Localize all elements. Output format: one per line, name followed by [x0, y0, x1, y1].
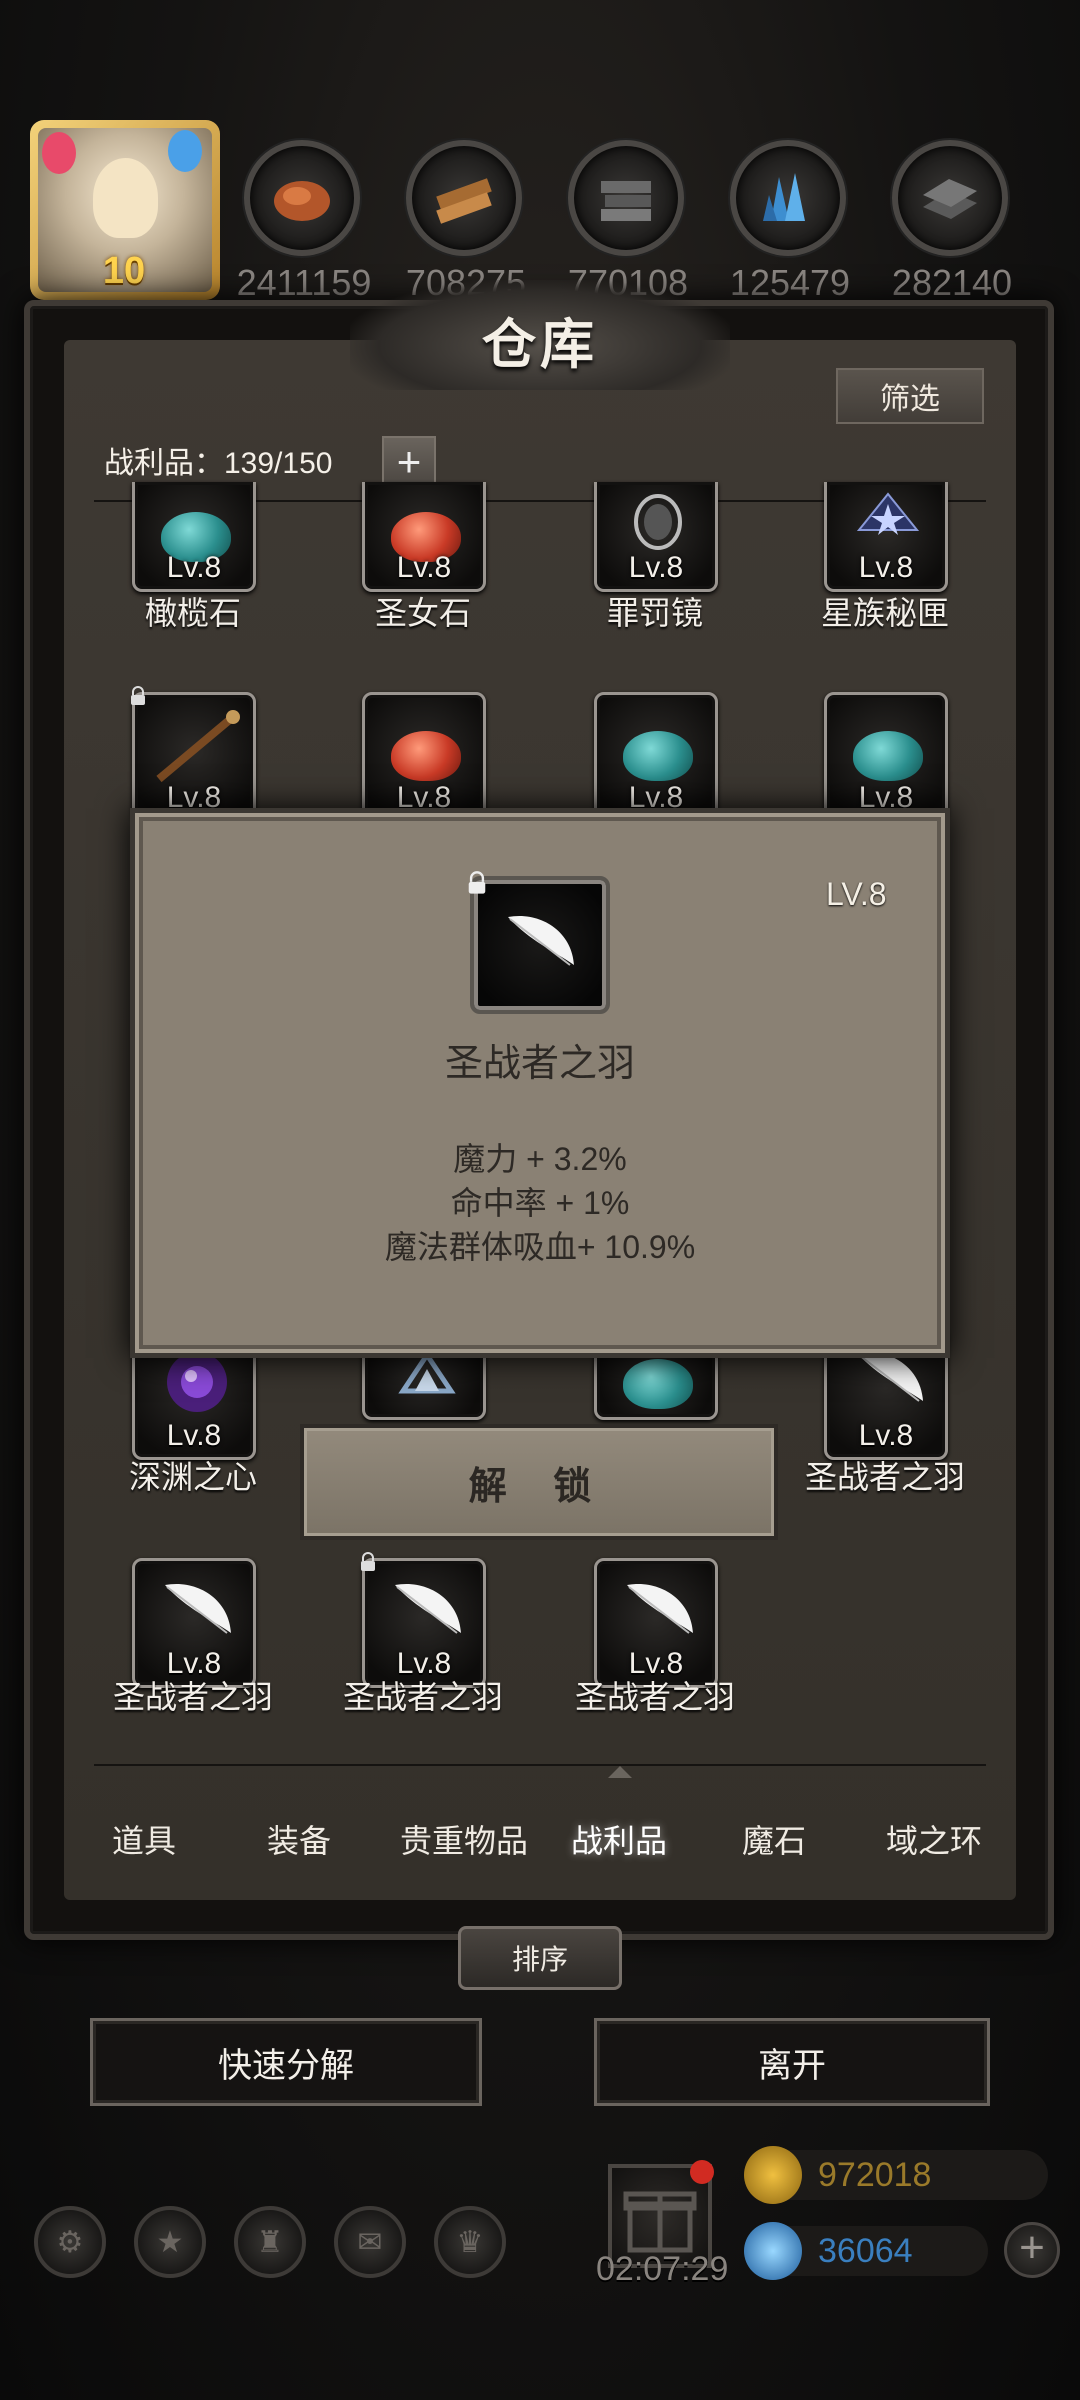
lock-icon [131, 686, 145, 705]
crest-icon [398, 1351, 456, 1394]
leave-button[interactable]: 离开 [594, 2018, 990, 2106]
item-name: 圣战者之羽 [342, 1679, 503, 1715]
item-name: 深渊之心 [128, 1459, 257, 1495]
quick-decompose-button[interactable]: 快速分解 [90, 2018, 482, 2106]
gold-coin-icon [744, 2146, 802, 2204]
teal-gem-icon [853, 731, 923, 781]
mirror-icon [634, 494, 682, 550]
wood-icon [436, 178, 492, 224]
teal-gem-icon [623, 1359, 693, 1409]
inventory-item[interactable]: Lv.8 [594, 1558, 718, 1688]
inventory-item[interactable]: Lv.8 [132, 482, 256, 592]
tab-magic-stones[interactable]: 魔石 [694, 1784, 854, 1894]
leather-icon [274, 181, 330, 221]
star-icon[interactable]: ★ [134, 2206, 206, 2278]
player-avatar[interactable]: 10 [30, 120, 220, 300]
feather-icon [627, 1583, 693, 1634]
popup-level: LV.8 [826, 876, 887, 912]
category-tabs: 道具 装备 贵重物品 战利品 魔石 域之环 [64, 1784, 1016, 1894]
filter-button[interactable]: 筛选 [836, 368, 984, 424]
resource-stone[interactable] [568, 140, 688, 260]
popup-stat: 魔力 + 3.2% [453, 1141, 627, 1177]
item-level: Lv.8 [858, 1419, 914, 1452]
item-name: 圣战者之羽 [112, 1679, 273, 1715]
lock-icon [468, 871, 486, 894]
unlock-button[interactable]: 解 锁 [300, 1424, 778, 1540]
settings-icon[interactable]: ⚙ [34, 2206, 106, 2278]
add-currency-button[interactable]: + [1004, 2222, 1060, 2278]
balloon-icon [42, 132, 76, 174]
gold-value: 972018 [818, 2155, 932, 2194]
resource-leather[interactable] [244, 140, 364, 260]
item-name: 罪罚镜 [606, 595, 703, 631]
tab-domain-rings[interactable]: 域之环 [854, 1784, 1014, 1894]
iron-icon [923, 179, 977, 219]
trophy-icon[interactable]: ♛ [434, 2206, 506, 2278]
item-level: Lv.8 [166, 551, 222, 584]
feather-icon [395, 1583, 461, 1634]
item-name: 圣战者之羽 [804, 1459, 965, 1495]
star-box-icon [856, 492, 920, 535]
inventory-item[interactable]: Lv.8 [361, 1552, 486, 1688]
diamond-icon [744, 2222, 802, 2280]
popup-item-icon [468, 871, 610, 1014]
inventory-item[interactable]: Lv.8 [594, 692, 718, 822]
inventory-item[interactable]: Lv.8 [594, 482, 718, 592]
inventory-item[interactable]: Lv.8 [362, 692, 486, 822]
page-title: 仓库 [482, 315, 598, 375]
item-name: 圣女石 [374, 595, 471, 631]
portrait-face [93, 158, 158, 238]
resource-iron-value: 282140 [891, 262, 1013, 303]
gem-value: 36064 [818, 2231, 913, 2270]
popup-item-name: 圣战者之羽 [444, 1043, 635, 1085]
inventory-item[interactable]: Lv.8 [824, 482, 948, 592]
popup-stat: 命中率 + 1% [450, 1185, 630, 1221]
resource-crystal-value: 125479 [729, 262, 851, 303]
tab-loot[interactable]: 战利品 [539, 1784, 699, 1894]
popup-stat: 魔法群体吸血+ 10.9% [384, 1229, 696, 1265]
item-level: Lv.8 [166, 1419, 222, 1452]
resource-wood[interactable] [406, 140, 526, 260]
item-level: Lv.8 [858, 551, 914, 584]
avatar: 10 [38, 128, 212, 292]
stone-icon [601, 181, 651, 221]
lock-icon [361, 1552, 375, 1571]
feather-icon [165, 1583, 231, 1634]
tab-items[interactable]: 道具 [64, 1784, 224, 1894]
resource-crystal[interactable] [730, 140, 850, 260]
item-name: 橄榄石 [144, 595, 241, 631]
balloon-icon [168, 130, 202, 172]
divider [94, 1764, 986, 1766]
tab-valuables[interactable]: 贵重物品 [379, 1784, 549, 1894]
crystal-icon [763, 173, 805, 221]
item-name: 圣战者之羽 [574, 1679, 735, 1715]
item-level: Lv.8 [628, 551, 684, 584]
resource-iron[interactable] [892, 140, 1012, 260]
inventory-item[interactable]: Lv.8 [131, 686, 256, 822]
inventory-item[interactable]: Lv.8 [362, 482, 486, 592]
teal-gem-icon [623, 731, 693, 781]
tab-equipment[interactable]: 装备 [219, 1784, 379, 1894]
avatar-level: 10 [102, 250, 146, 292]
feather-icon [508, 915, 574, 966]
mail-icon[interactable]: ✉ [334, 2206, 406, 2278]
loot-count: 战利品：139/150 [104, 447, 333, 480]
sort-button[interactable]: 排序 [458, 1926, 622, 1990]
staff-icon [156, 710, 240, 783]
item-name: 星族秘匣 [820, 595, 949, 631]
item-level: Lv.8 [396, 551, 452, 584]
inventory-item[interactable]: Lv.8 [824, 692, 948, 822]
red-gem-icon [391, 731, 461, 781]
gift-timer: 02:07:29 [596, 2250, 729, 2288]
active-tab-marker [608, 1766, 632, 1778]
castle-icon[interactable]: ♜ [234, 2206, 306, 2278]
inventory-item[interactable]: Lv.8 [132, 1558, 256, 1688]
notification-dot [690, 2160, 714, 2184]
